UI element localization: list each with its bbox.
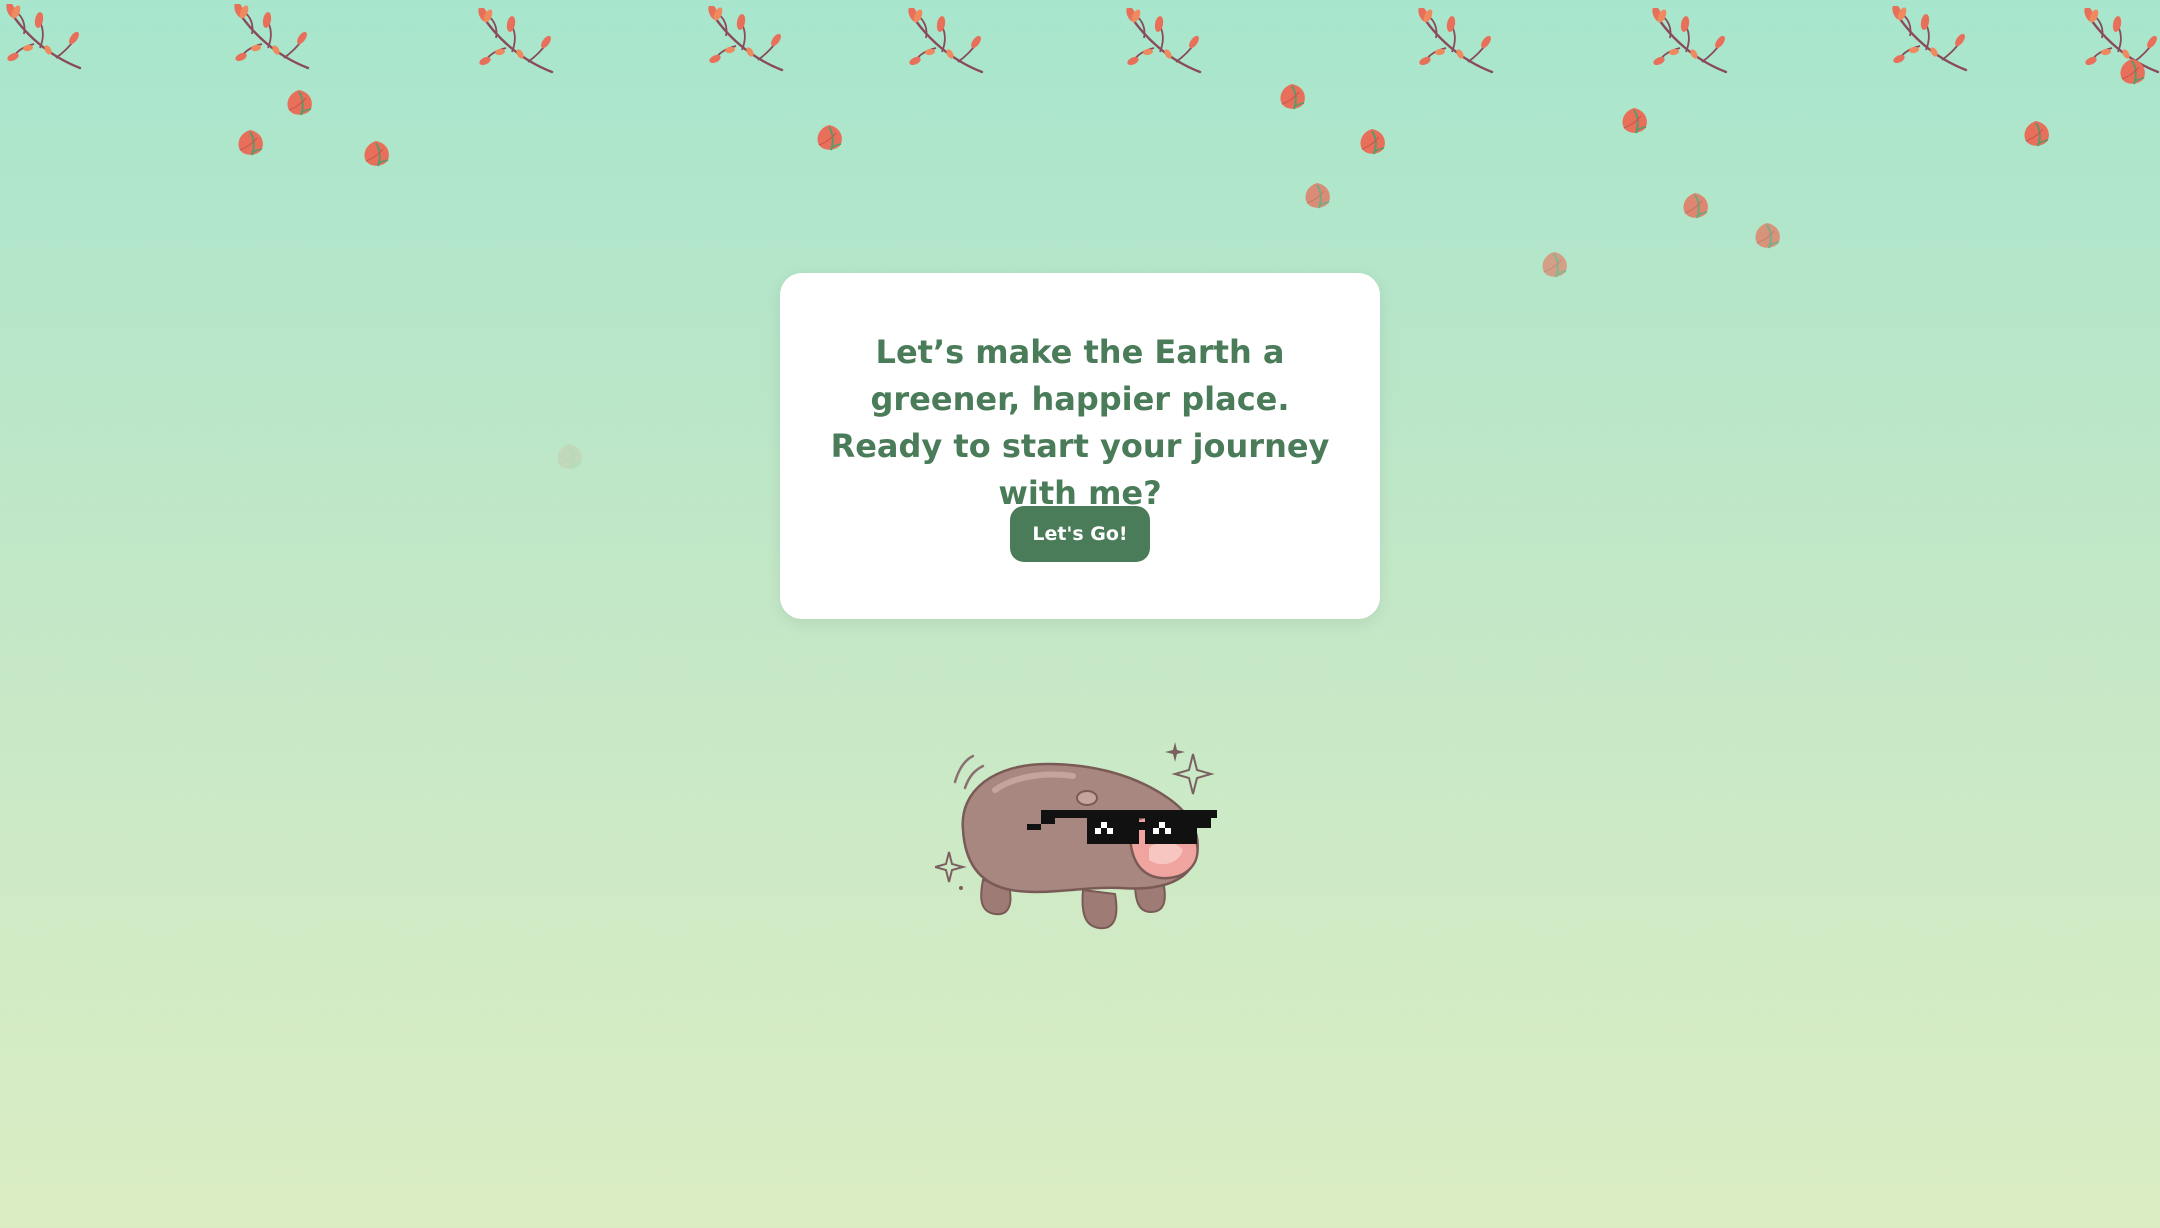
falling-leaf-icon: [2115, 55, 2149, 89]
hippo-with-pixel-sunglasses-icon: [935, 742, 1217, 930]
autumn-branch-icon: [1124, 8, 1204, 78]
welcome-message: Let’s make the Earth a greener, happier …: [830, 333, 1330, 512]
falling-leaf-icon: [233, 126, 267, 160]
falling-leaf-icon: [1617, 104, 1651, 138]
autumn-branch-icon: [476, 8, 556, 78]
falling-leaf-icon: [1537, 248, 1571, 282]
falling-leaf-icon: [1300, 179, 1334, 213]
falling-leaf-icon: [1275, 80, 1309, 114]
autumn-branch-icon: [906, 8, 986, 78]
autumn-branch-icon: [4, 4, 84, 74]
falling-leaf-icon: [359, 137, 393, 171]
falling-leaf-icon: [282, 86, 316, 120]
falling-leaf-icon: [552, 440, 586, 474]
falling-leaf-icon: [1355, 125, 1389, 159]
falling-leaf-icon: [812, 121, 846, 155]
autumn-branch-icon: [1650, 8, 1730, 78]
autumn-branch-icon: [1890, 6, 1970, 76]
falling-leaf-icon: [1678, 189, 1712, 223]
autumn-branch-icon: [232, 4, 312, 74]
autumn-branch-icon: [1416, 8, 1496, 78]
falling-leaf-icon: [1750, 219, 1784, 253]
falling-leaf-icon: [2019, 117, 2053, 151]
autumn-branch-icon: [706, 6, 786, 76]
lets-go-button[interactable]: Let's Go!: [1010, 506, 1150, 562]
welcome-card: Let’s make the Earth a greener, happier …: [780, 273, 1380, 619]
